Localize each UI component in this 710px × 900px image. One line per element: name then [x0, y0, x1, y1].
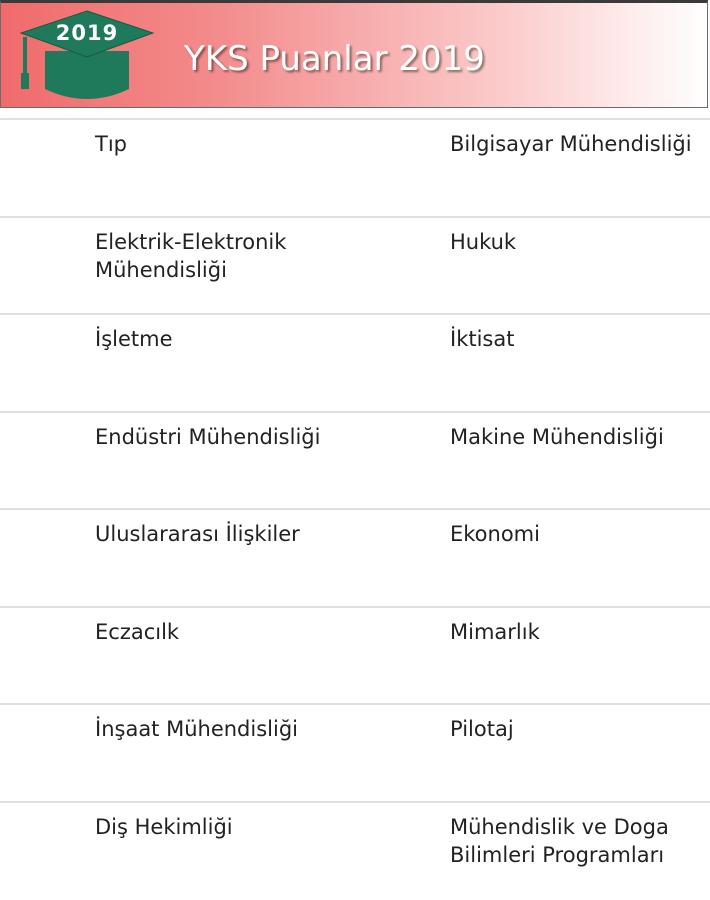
- department-item-bilgisayar-muhendisligi[interactable]: Bilgisayar Mühendisliği: [450, 130, 705, 158]
- logo-year-text: 2019: [56, 21, 118, 45]
- department-item-ekonomi[interactable]: Ekonomi: [450, 520, 705, 548]
- department-item-endustri-muhendisligi[interactable]: Endüstri Mühendisliği: [95, 423, 395, 451]
- department-item-makine-muhendisligi[interactable]: Makine Mühendisliği: [450, 423, 705, 451]
- department-row: Endüstri Mühendisliği Makine Mühendisliğ…: [0, 410, 710, 509]
- department-item-hukuk[interactable]: Hukuk: [450, 228, 705, 256]
- department-item-insaat-muhendisligi[interactable]: İnşaat Mühendisliği: [95, 715, 395, 743]
- department-item-elektrik-elektronik[interactable]: Elektrik-Elektronik Mühendisliği: [95, 228, 395, 284]
- department-row: Uluslararası İlişkiler Ekonomi: [0, 508, 710, 606]
- department-item-eczacilik[interactable]: Eczacılk: [95, 618, 395, 646]
- department-item-muhendislik-ve-doga-bilimleri[interactable]: Mühendislik ve Doga Bilimleri Programlar…: [450, 813, 705, 869]
- department-item-uluslararasi-iliskiler[interactable]: Uluslararası İlişkiler: [95, 520, 395, 548]
- graduation-cap-icon: 2019: [17, 7, 157, 107]
- department-row: Elektrik-Elektronik Mühendisliği Hukuk: [0, 215, 710, 314]
- department-item-iktisat[interactable]: İktisat: [450, 325, 705, 353]
- department-item-isletme[interactable]: İşletme: [95, 325, 395, 353]
- department-row: Tıp Bilgisayar Mühendisliği: [0, 118, 710, 216]
- department-row: Eczacılk Mimarlık: [0, 605, 710, 704]
- department-grid: Tıp Bilgisayar Mühendisliği Elektrik-Ele…: [0, 118, 710, 898]
- app-title: YKS Puanlar 2019: [184, 39, 485, 79]
- department-item-tip[interactable]: Tıp: [95, 130, 395, 158]
- department-item-dis-hekimligi[interactable]: Diş Hekimliği: [95, 813, 395, 841]
- department-row: Diş Hekimliği Mühendislik ve Doga Biliml…: [0, 800, 710, 899]
- app-header: 2019 YKS Puanlar 2019: [0, 0, 708, 108]
- department-row: İşletme İktisat: [0, 313, 710, 411]
- department-row: İnşaat Mühendisliği Pilotaj: [0, 703, 710, 801]
- department-item-pilotaj[interactable]: Pilotaj: [450, 715, 705, 743]
- department-item-mimarlik[interactable]: Mimarlık: [450, 618, 705, 646]
